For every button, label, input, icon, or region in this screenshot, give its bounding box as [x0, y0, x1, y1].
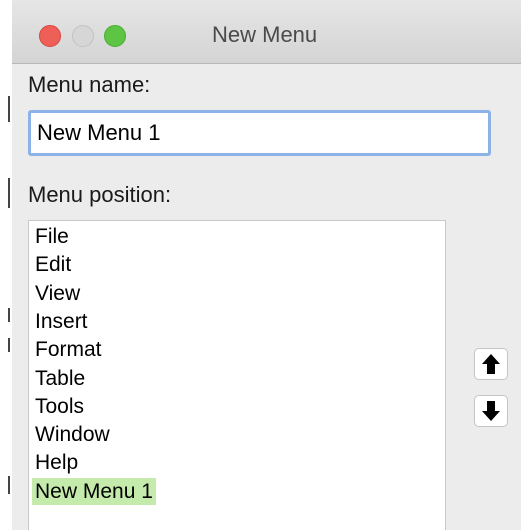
background-window-strip — [0, 0, 12, 530]
background-divider — [8, 338, 10, 352]
menu-position-label: Menu position: — [28, 182, 172, 207]
move-up-button[interactable] — [474, 348, 508, 380]
menu-name-label: Menu name: — [28, 72, 151, 97]
menu-position-item[interactable]: Window — [32, 421, 113, 448]
background-divider — [8, 96, 10, 122]
menu-position-item[interactable]: Table — [32, 365, 88, 392]
menu-position-list[interactable]: File Edit View Insert Format Table Tools Window… — [28, 220, 446, 530]
move-down-button[interactable] — [474, 395, 508, 427]
arrow-up-icon — [482, 354, 500, 374]
menu-position-item[interactable]: Insert — [32, 308, 91, 335]
menu-position-item[interactable]: Tools — [32, 393, 87, 420]
minimize-button[interactable] — [72, 25, 94, 47]
menu-position-item[interactable]: Edit — [32, 251, 74, 278]
close-button[interactable] — [39, 25, 61, 47]
menu-position-item[interactable]: Format — [32, 336, 105, 363]
menu-position-item[interactable]: View — [32, 280, 83, 307]
menu-position-item[interactable]: Help — [32, 449, 81, 476]
background-divider — [8, 308, 10, 322]
window-title: New Menu — [212, 22, 318, 47]
menu-position-item[interactable]: File — [32, 223, 72, 250]
background-divider — [8, 476, 10, 494]
zoom-button[interactable] — [104, 25, 126, 47]
new-menu-dialog: New Menu Menu name: Menu position: FileE… — [0, 0, 521, 530]
menu-name-input[interactable] — [28, 110, 491, 156]
arrow-down-icon — [482, 401, 500, 421]
title-bar[interactable]: New Menu — [12, 0, 521, 64]
background-divider — [8, 178, 10, 208]
menu-position-item[interactable]: New Menu 1 — [32, 477, 156, 505]
